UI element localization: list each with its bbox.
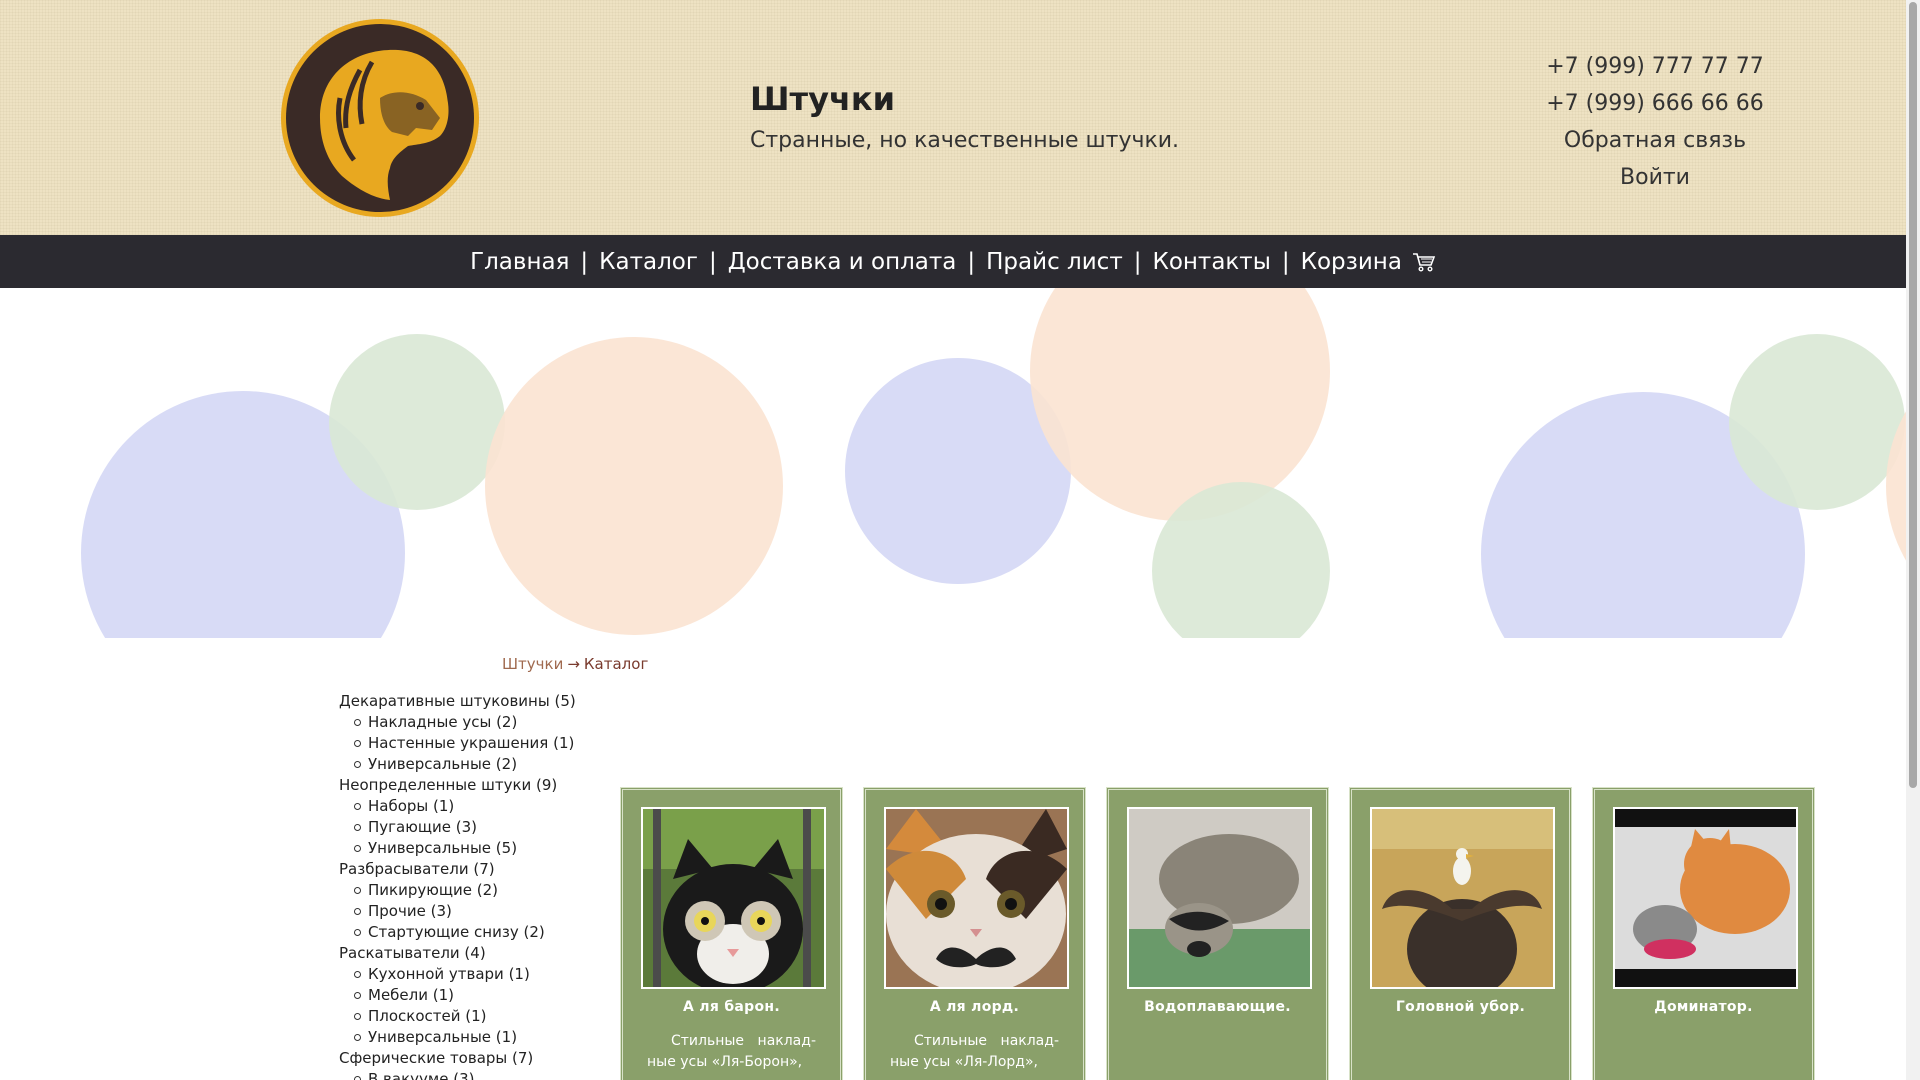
main-nav: Главная | Каталог | Доставка и оплата | …	[0, 235, 1906, 288]
subcategory-other[interactable]: Прочие (3)	[339, 901, 576, 922]
subcategory-furniture[interactable]: Мебели (1)	[339, 985, 576, 1006]
product-image-cat-with-mustache[interactable]	[884, 807, 1069, 989]
nav-separator: |	[1133, 248, 1142, 275]
category-decorative[interactable]: Декаративные штуковины (5)	[339, 691, 576, 712]
product-image-cat-dominator[interactable]	[1613, 807, 1798, 989]
phone-number-1[interactable]: +7 (999) 777 77 77	[1530, 48, 1780, 85]
product-card[interactable]: А ля лорд. Стильные наклад- ные усы «Ля-…	[863, 787, 1086, 1080]
breadcrumb-arrow: →	[567, 655, 580, 673]
nav-item-catalog[interactable]: Каталог	[599, 249, 698, 275]
product-image-bird-on-buffalo[interactable]	[1370, 807, 1555, 989]
product-name[interactable]: Водоплавающие.	[1127, 999, 1308, 1015]
subcategory-vacuum[interactable]: В вакууме (3)	[339, 1069, 576, 1080]
product-description: Стильные наклад- ные усы «Ля-Лорд»,	[890, 1033, 1059, 1070]
scrollbar-thumb[interactable]	[1909, 2, 1917, 788]
nav-separator: |	[967, 248, 976, 275]
category-rollers[interactable]: Раскатыватели (4)	[339, 943, 576, 964]
breadcrumb-current: Каталог	[583, 655, 649, 673]
nav-separator: |	[708, 248, 717, 275]
page-scrollbar[interactable]	[1906, 0, 1920, 1080]
product-name[interactable]: А ля барон.	[641, 999, 822, 1015]
site-tagline: Странные, но качественные штучки.	[750, 128, 1180, 153]
header-contacts: +7 (999) 777 77 77 +7 (999) 666 66 66 Об…	[1530, 48, 1780, 196]
category-scatterers[interactable]: Разбрасыватели (7)	[339, 859, 576, 880]
site-title: Штучки	[750, 80, 896, 118]
product-card[interactable]: Головной убор.	[1349, 787, 1572, 1080]
nav-separator: |	[1281, 248, 1290, 275]
page: Штучки Странные, но качественные штучки.…	[0, 0, 1906, 1080]
subcategory-diving[interactable]: Пикирующие (2)	[339, 880, 576, 901]
site-header: Штучки Странные, но качественные штучки.…	[0, 0, 1906, 235]
subcategory-bottom-start[interactable]: Стартующие снизу (2)	[339, 922, 576, 943]
category-undefined[interactable]: Неопределенные штуки (9)	[339, 775, 576, 796]
nav-item-home[interactable]: Главная	[470, 249, 569, 275]
product-name[interactable]: Доминатор.	[1613, 999, 1794, 1015]
breadcrumb: Штучки → Каталог	[502, 655, 648, 673]
product-image-cat-behind-bars[interactable]	[641, 807, 826, 989]
nav-item-cart[interactable]: Корзина	[1301, 249, 1402, 275]
breadcrumb-home-link[interactable]: Штучки	[502, 655, 563, 673]
subcategory-planes[interactable]: Плоскостей (1)	[339, 1006, 576, 1027]
nav-item-delivery[interactable]: Доставка и оплата	[728, 249, 957, 275]
product-card[interactable]: Водоплавающие.	[1106, 787, 1329, 1080]
product-name[interactable]: Головной убор.	[1370, 999, 1551, 1015]
nav-item-price-list[interactable]: Прайс лист	[986, 249, 1123, 275]
product-image-raccoon[interactable]	[1127, 807, 1312, 989]
category-sidebar: Декаративные штуковины (5) Накладные усы…	[339, 691, 576, 1080]
product-description: Стильные наклад- ные усы «Ля-Борон»,	[647, 1033, 816, 1070]
lion-logo-icon[interactable]	[280, 18, 480, 218]
product-card[interactable]: А ля барон. Стильные наклад- ные усы «Ля…	[620, 787, 843, 1080]
subcategory-sets[interactable]: Наборы (1)	[339, 796, 576, 817]
phone-number-2[interactable]: +7 (999) 666 66 66	[1530, 85, 1780, 122]
feedback-link[interactable]: Обратная связь	[1530, 122, 1780, 159]
cart-icon[interactable]	[1412, 251, 1436, 273]
subcategory-kitchenware[interactable]: Кухонной утвари (1)	[339, 964, 576, 985]
nav-item-contacts[interactable]: Контакты	[1152, 249, 1270, 275]
product-card[interactable]: Доминатор.	[1592, 787, 1815, 1080]
category-spherical[interactable]: Сферические товары (7)	[339, 1048, 576, 1069]
product-name[interactable]: А ля лорд.	[884, 999, 1065, 1015]
subcategory-universal[interactable]: Универсальные (5)	[339, 838, 576, 859]
subcategory-universal[interactable]: Универсальные (1)	[339, 1027, 576, 1048]
product-grid: А ля барон. Стильные наклад- ные усы «Ля…	[620, 787, 1815, 1080]
subcategory-wall-decor[interactable]: Настенные украшения (1)	[339, 733, 576, 754]
banner-circles	[81, 288, 1906, 638]
banner-decoration	[0, 288, 1906, 638]
subcategory-scary[interactable]: Пугающие (3)	[339, 817, 576, 838]
login-link[interactable]: Войти	[1530, 159, 1780, 196]
nav-separator: |	[580, 248, 589, 275]
subcategory-universal[interactable]: Универсальные (2)	[339, 754, 576, 775]
subcategory-mustaches[interactable]: Накладные усы (2)	[339, 712, 576, 733]
